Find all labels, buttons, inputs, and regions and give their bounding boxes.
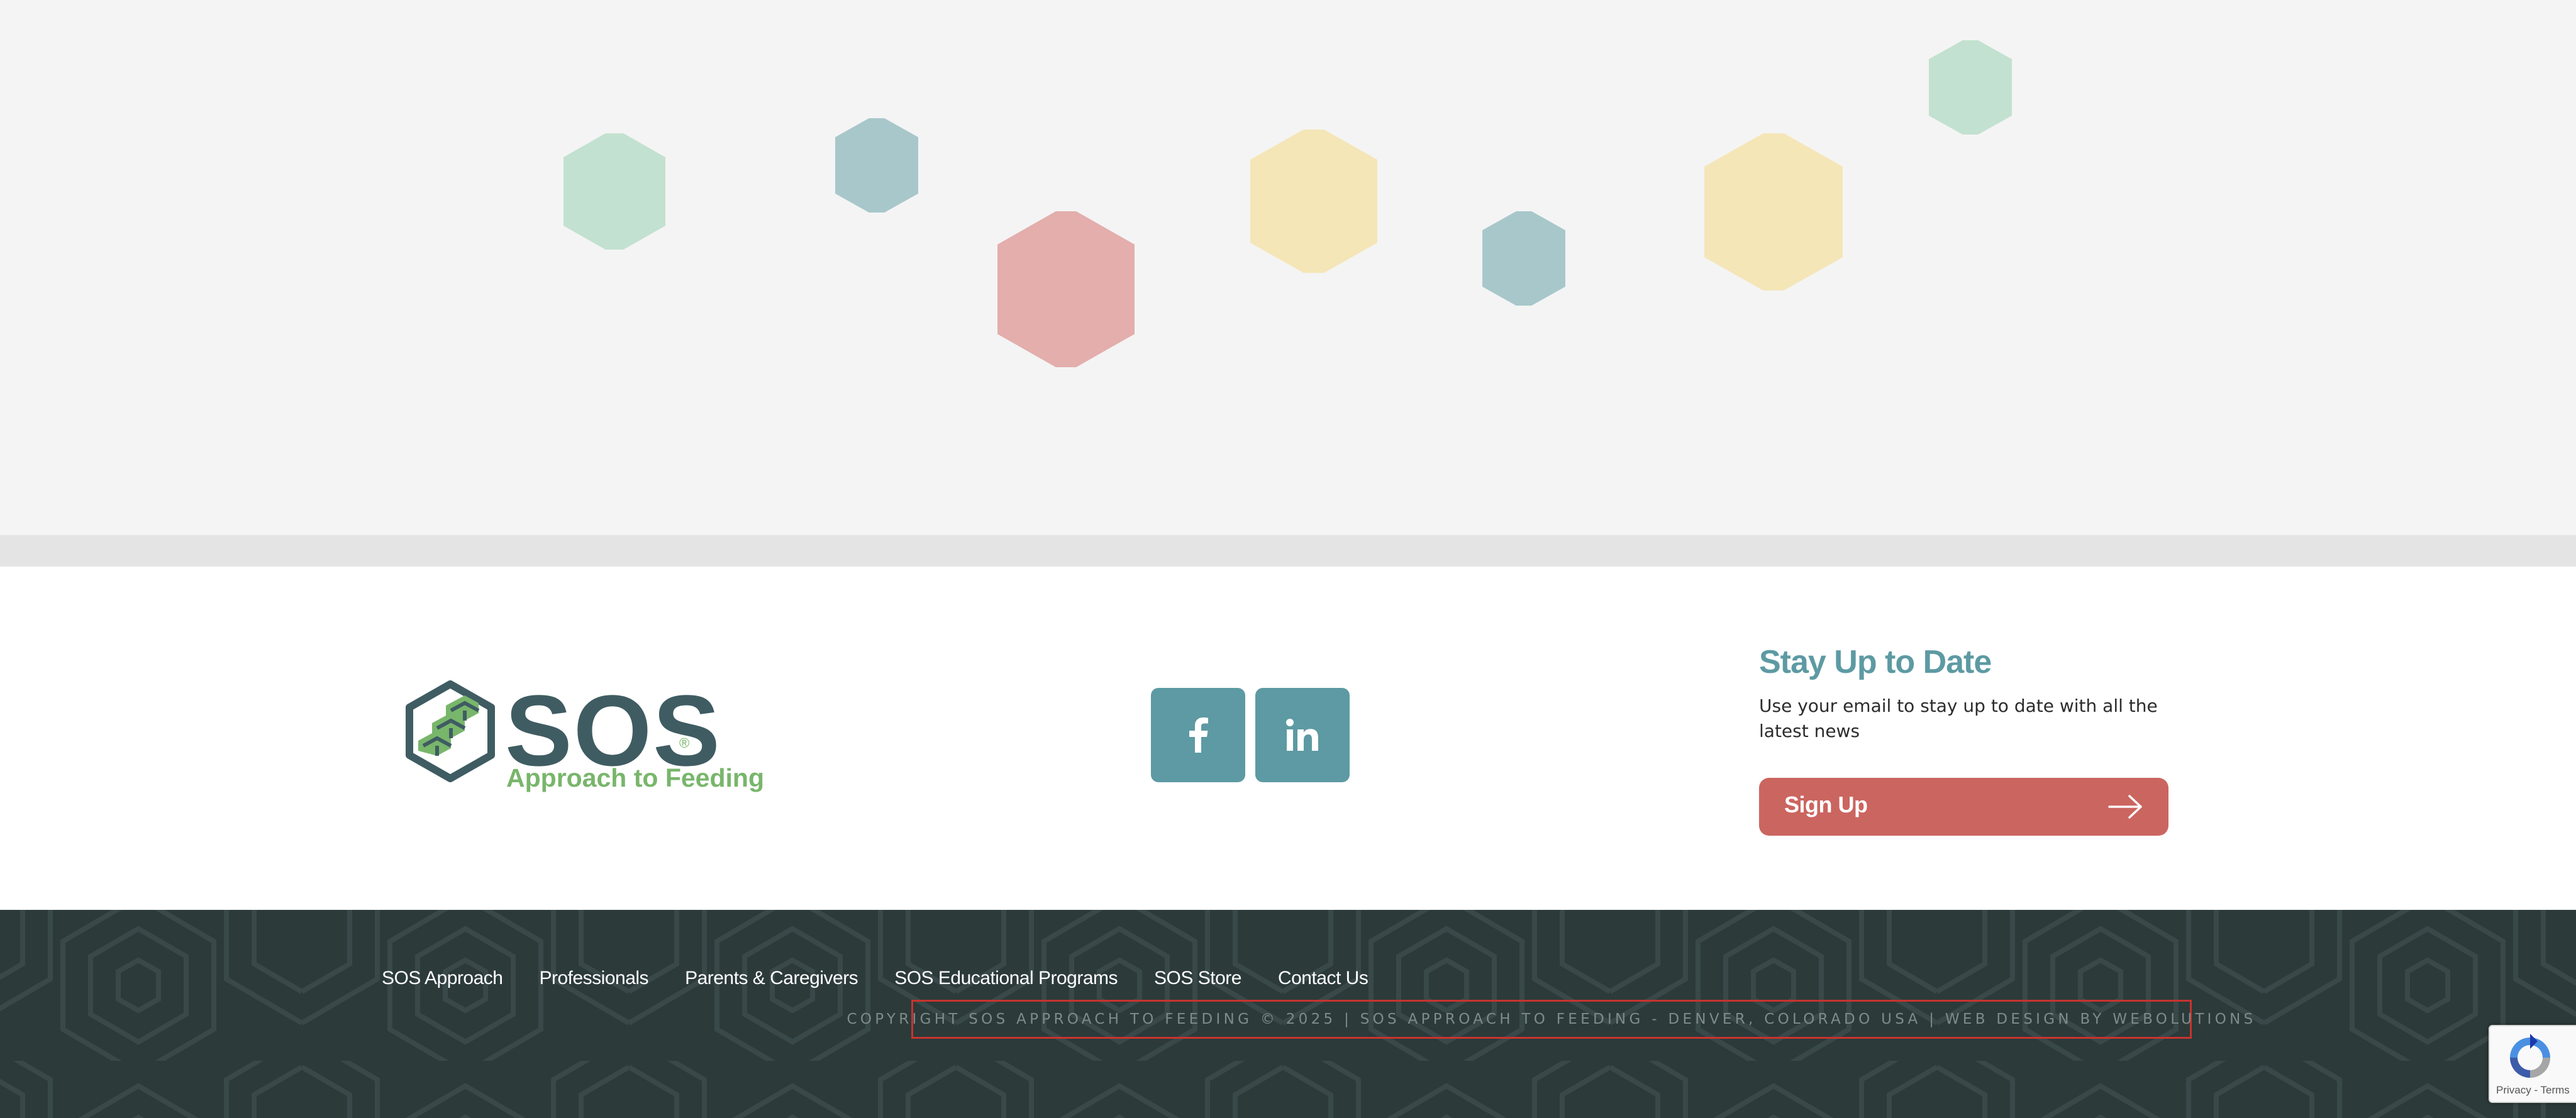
newsletter-description: Use your email to stay up to date with a… <box>1759 695 2158 741</box>
hexagon-green-2 <box>1929 40 2012 135</box>
stairs-hexagon-icon <box>406 680 495 782</box>
logo-tagline: Approach to Feeding <box>506 763 764 792</box>
hexagon-yellow-1 <box>1250 130 1377 273</box>
linkedin-icon <box>1286 719 1318 751</box>
linkedin-button[interactable] <box>1255 688 1350 782</box>
footer-nav-sos-approach[interactable]: SOS Approach <box>382 968 503 989</box>
facebook-icon <box>1189 717 1208 753</box>
copyright-box: COPYRIGHT SOS APPROACH TO FEEDING © 2025… <box>847 1000 2253 1039</box>
copyright-text: COPYRIGHT SOS APPROACH TO FEEDING © 2025… <box>847 1011 2257 1027</box>
footer-nav-sos-store[interactable]: SOS Store <box>1154 968 1241 989</box>
recaptcha-badge[interactable]: Privacy - Terms <box>2489 1025 2576 1103</box>
hexagon-green-1 <box>564 133 665 250</box>
sign-up-label: Sign Up <box>1784 792 1868 817</box>
hexagon-blue-1 <box>835 118 918 213</box>
facebook-button[interactable] <box>1151 688 1245 782</box>
sos-logo[interactable]: SOS ® Approach to Feeding <box>404 680 764 797</box>
recaptcha-icon <box>2510 1034 2550 1078</box>
footer-nav-professionals[interactable]: Professionals <box>539 968 648 989</box>
recaptcha-links[interactable]: Privacy - Terms <box>2496 1084 2570 1097</box>
arrow-right-icon <box>2108 795 2142 819</box>
footer-nav: SOS Approach Professionals Parents & Car… <box>382 968 1404 989</box>
footer-nav-contact-us[interactable]: Contact Us <box>1278 968 1368 989</box>
footer-nav-parents-caregivers[interactable]: Parents & Caregivers <box>685 968 858 989</box>
footer-nav-educational-programs[interactable]: SOS Educational Programs <box>894 968 1118 989</box>
logo-registered-mark: ® <box>679 735 690 751</box>
footer-bottom: SOS Approach Professionals Parents & Car… <box>0 910 2576 1118</box>
sign-up-button[interactable]: Sign Up <box>1759 778 2168 836</box>
hexagon-red-1 <box>997 211 1135 367</box>
hexagon-yellow-2 <box>1704 133 1843 291</box>
hexagon-blue-2 <box>1482 211 1565 306</box>
hero-section <box>0 0 2576 535</box>
footer-top: SOS ® Approach to Feeding Stay Up to Dat… <box>0 567 2576 910</box>
section-divider <box>0 535 2576 567</box>
newsletter-title: Stay Up to Date <box>1759 644 1992 680</box>
